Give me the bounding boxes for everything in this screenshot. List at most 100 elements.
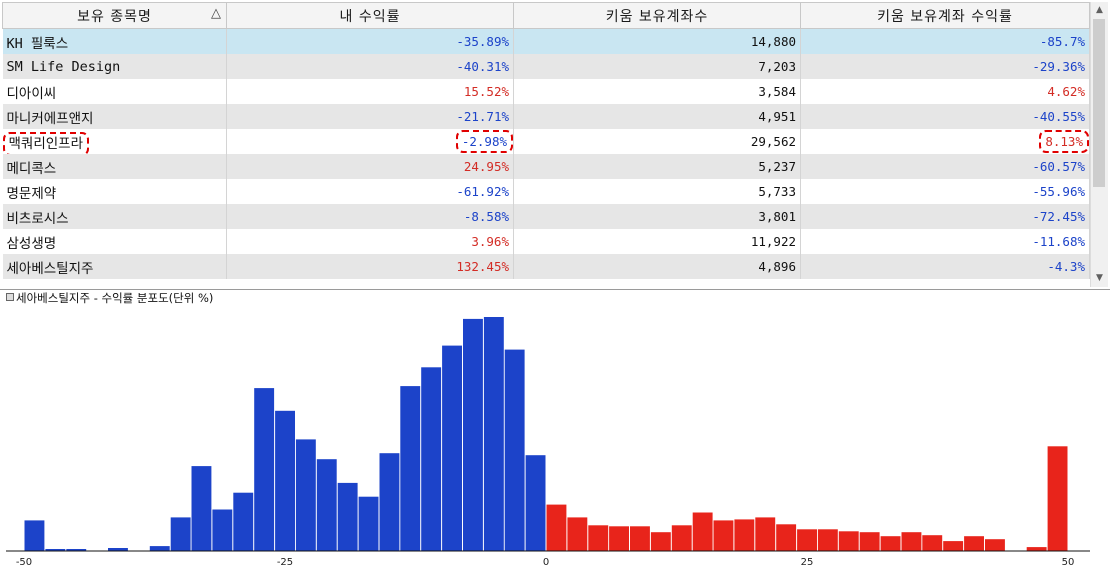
- table-row[interactable]: 디아이씨 15.52% 3,584 4.62%: [2, 79, 1090, 104]
- x-tick-label: 0: [543, 557, 549, 568]
- cell-kiwoom-return-text: -85.7%: [1039, 34, 1085, 49]
- histogram-bar: [880, 536, 901, 551]
- histogram-bar: [567, 517, 588, 551]
- cell-account-count: 4,951: [513, 104, 801, 129]
- histogram-bar: [24, 520, 45, 551]
- cell-kiwoom-return: -55.96%: [800, 179, 1090, 204]
- table-row[interactable]: 삼성생명 3.96% 11,922 -11.68%: [2, 229, 1090, 254]
- scroll-down-arrow-icon[interactable]: ▼: [1091, 270, 1108, 287]
- cell-stock-name: 마니커에프앤지: [2, 104, 227, 129]
- cell-stock-name: KH 필룩스: [2, 28, 227, 54]
- table-row[interactable]: KH 필룩스 -35.89% 14,880 -85.7%: [2, 28, 1090, 54]
- histogram-bar: [212, 509, 233, 551]
- histogram-bar: [797, 529, 817, 551]
- histogram-bar: [525, 455, 546, 551]
- column-header-my-return[interactable]: 내 수익률: [226, 2, 514, 29]
- histogram-bar: [838, 531, 859, 552]
- cell-kiwoom-return-text: -55.96%: [1032, 184, 1085, 199]
- histogram-bar: [692, 512, 713, 551]
- table-row[interactable]: 마니커에프앤지 -21.71% 4,951 -40.55%: [2, 104, 1090, 129]
- cell-account-count-text: 14,880: [750, 34, 796, 49]
- cell-my-return-text: -35.89%: [456, 34, 509, 49]
- cell-my-return: -61.92%: [226, 179, 514, 204]
- cell-my-return-text: 15.52%: [463, 84, 509, 99]
- histogram-bar: [776, 524, 797, 551]
- x-tick-label: 25: [801, 557, 814, 568]
- cell-kiwoom-return: -4.3%: [800, 254, 1090, 279]
- histogram-bar: [943, 541, 964, 551]
- cell-stock-name-text: 맥쿼리인프라: [2, 131, 90, 154]
- histogram-bar: [922, 535, 943, 551]
- chart-title: 세아베스틸지주 - 수익률 분포도(단위 %): [6, 290, 213, 306]
- histogram-bar: [337, 482, 358, 551]
- cell-account-count-text: 3,801: [758, 209, 796, 224]
- vertical-scrollbar[interactable]: ▲ ▼: [1090, 2, 1108, 287]
- cell-account-count-text: 4,951: [758, 109, 796, 124]
- holdings-table-body: KH 필룩스 -35.89% 14,880 -85.7% SM Life Design -…: [2, 28, 1090, 279]
- histogram-bar: [421, 367, 442, 551]
- cell-kiwoom-return-text: -4.3%: [1047, 259, 1085, 274]
- cell-my-return-text: 3.96%: [471, 234, 509, 249]
- cell-stock-name-text: 메디콕스: [6, 160, 57, 177]
- cell-stock-name-text: KH 필룩스: [6, 35, 69, 52]
- table-row[interactable]: SM Life Design -40.31% 7,203 -29.36%: [2, 54, 1090, 79]
- cell-stock-name: 비츠로시스: [2, 204, 227, 229]
- histogram-bar: [671, 525, 692, 551]
- cell-stock-name-text: 마니커에프앤지: [6, 110, 94, 127]
- column-header-kiwoom-return[interactable]: 키움 보유계좌 수익률: [800, 2, 1090, 29]
- cell-kiwoom-return: -72.45%: [800, 204, 1090, 229]
- cell-my-return: -2.98%: [226, 129, 514, 154]
- cell-account-count-text: 5,733: [758, 184, 796, 199]
- cell-stock-name-text: 명문제약: [6, 185, 57, 202]
- x-tick-label: -50: [16, 557, 32, 568]
- cell-kiwoom-return-text: -40.55%: [1032, 109, 1085, 124]
- cell-my-return-text: -21.71%: [456, 109, 509, 124]
- cell-account-count: 7,203: [513, 54, 801, 79]
- column-header-stock-name[interactable]: 보유 종목명 △: [2, 2, 227, 29]
- cell-my-return: 3.96%: [226, 229, 514, 254]
- scrollbar-thumb[interactable]: [1093, 19, 1105, 187]
- cell-kiwoom-return-text: -11.68%: [1032, 234, 1085, 249]
- cell-my-return-text: 24.95%: [463, 159, 509, 174]
- cell-account-count: 4,896: [513, 254, 801, 279]
- cell-my-return: -21.71%: [226, 104, 514, 129]
- table-row[interactable]: 명문제약 -61.92% 5,733 -55.96%: [2, 179, 1090, 204]
- cell-stock-name-text: 디아이씨: [6, 85, 57, 102]
- cell-my-return: 24.95%: [226, 154, 514, 179]
- cell-my-return: -40.31%: [226, 54, 514, 79]
- table-row[interactable]: 비츠로시스 -8.58% 3,801 -72.45%: [2, 204, 1090, 229]
- cell-account-count-text: 11,922: [750, 234, 796, 249]
- histogram-bar: [546, 504, 567, 551]
- cell-account-count: 5,733: [513, 179, 801, 204]
- cell-my-return: -8.58%: [226, 204, 514, 229]
- cell-my-return-text: -40.31%: [456, 59, 509, 74]
- histogram-bar: [170, 517, 191, 551]
- cell-kiwoom-return: 4.62%: [800, 79, 1090, 104]
- table-row[interactable]: 메디콕스 24.95% 5,237 -60.57%: [2, 154, 1090, 179]
- table-row[interactable]: 세아베스틸지주 132.45% 4,896 -4.3%: [2, 254, 1090, 279]
- histogram-bar: [400, 386, 421, 551]
- histogram-bar: [254, 388, 275, 551]
- histogram-bar: [630, 526, 650, 551]
- cell-account-count: 29,562: [513, 129, 801, 154]
- table-header-row: 보유 종목명 △ 내 수익률 키움 보유계좌수 키움 보유계좌 수익률: [2, 2, 1090, 29]
- cell-account-count: 3,584: [513, 79, 801, 104]
- histogram-bar: [734, 519, 755, 551]
- cell-stock-name: 삼성생명: [2, 229, 227, 254]
- table-row[interactable]: 맥쿼리인프라 -2.98% 29,562 8.13%: [2, 129, 1090, 154]
- series-marker-icon: [6, 293, 14, 301]
- cell-kiwoom-return-text: -29.36%: [1032, 59, 1085, 74]
- return-distribution-panel: -50 -25 0 25 50 세아베스틸지주 - 수익률 분포도(단위 %): [0, 290, 1110, 571]
- holdings-grid: 보유 종목명 △ 내 수익률 키움 보유계좌수 키움 보유계좌 수익률 KH 필…: [0, 0, 1110, 290]
- histogram-bar: [191, 466, 212, 551]
- cell-account-count: 3,801: [513, 204, 801, 229]
- scroll-up-arrow-icon[interactable]: ▲: [1091, 2, 1108, 19]
- histogram-bar: [233, 492, 254, 551]
- histogram-bar: [316, 459, 337, 551]
- histogram-bar: [817, 529, 838, 551]
- cell-stock-name: 세아베스틸지주: [2, 254, 227, 279]
- histogram-bar: [504, 349, 525, 551]
- histogram-bar: [755, 517, 776, 551]
- column-header-account-count[interactable]: 키움 보유계좌수: [513, 2, 801, 29]
- sort-ascending-icon[interactable]: △: [211, 6, 222, 21]
